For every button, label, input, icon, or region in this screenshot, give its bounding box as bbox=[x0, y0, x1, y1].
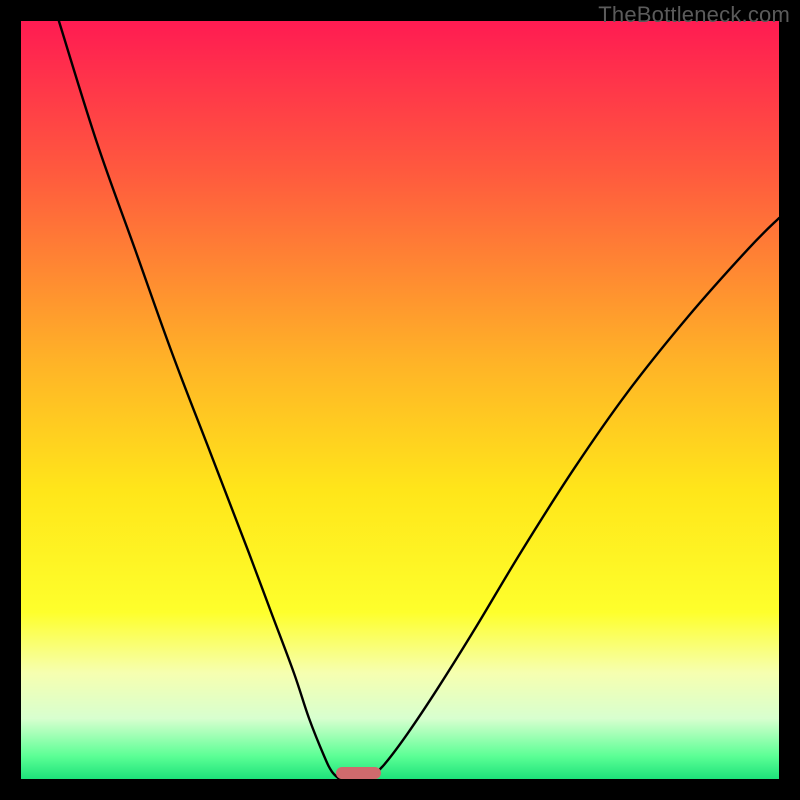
curve-right-branch bbox=[370, 218, 779, 779]
chart-frame: TheBottleneck.com bbox=[0, 0, 800, 800]
curve-left-branch bbox=[59, 21, 339, 779]
optimal-range-marker bbox=[336, 767, 381, 779]
watermark-text: TheBottleneck.com bbox=[598, 2, 790, 28]
bottleneck-curve bbox=[21, 21, 779, 779]
